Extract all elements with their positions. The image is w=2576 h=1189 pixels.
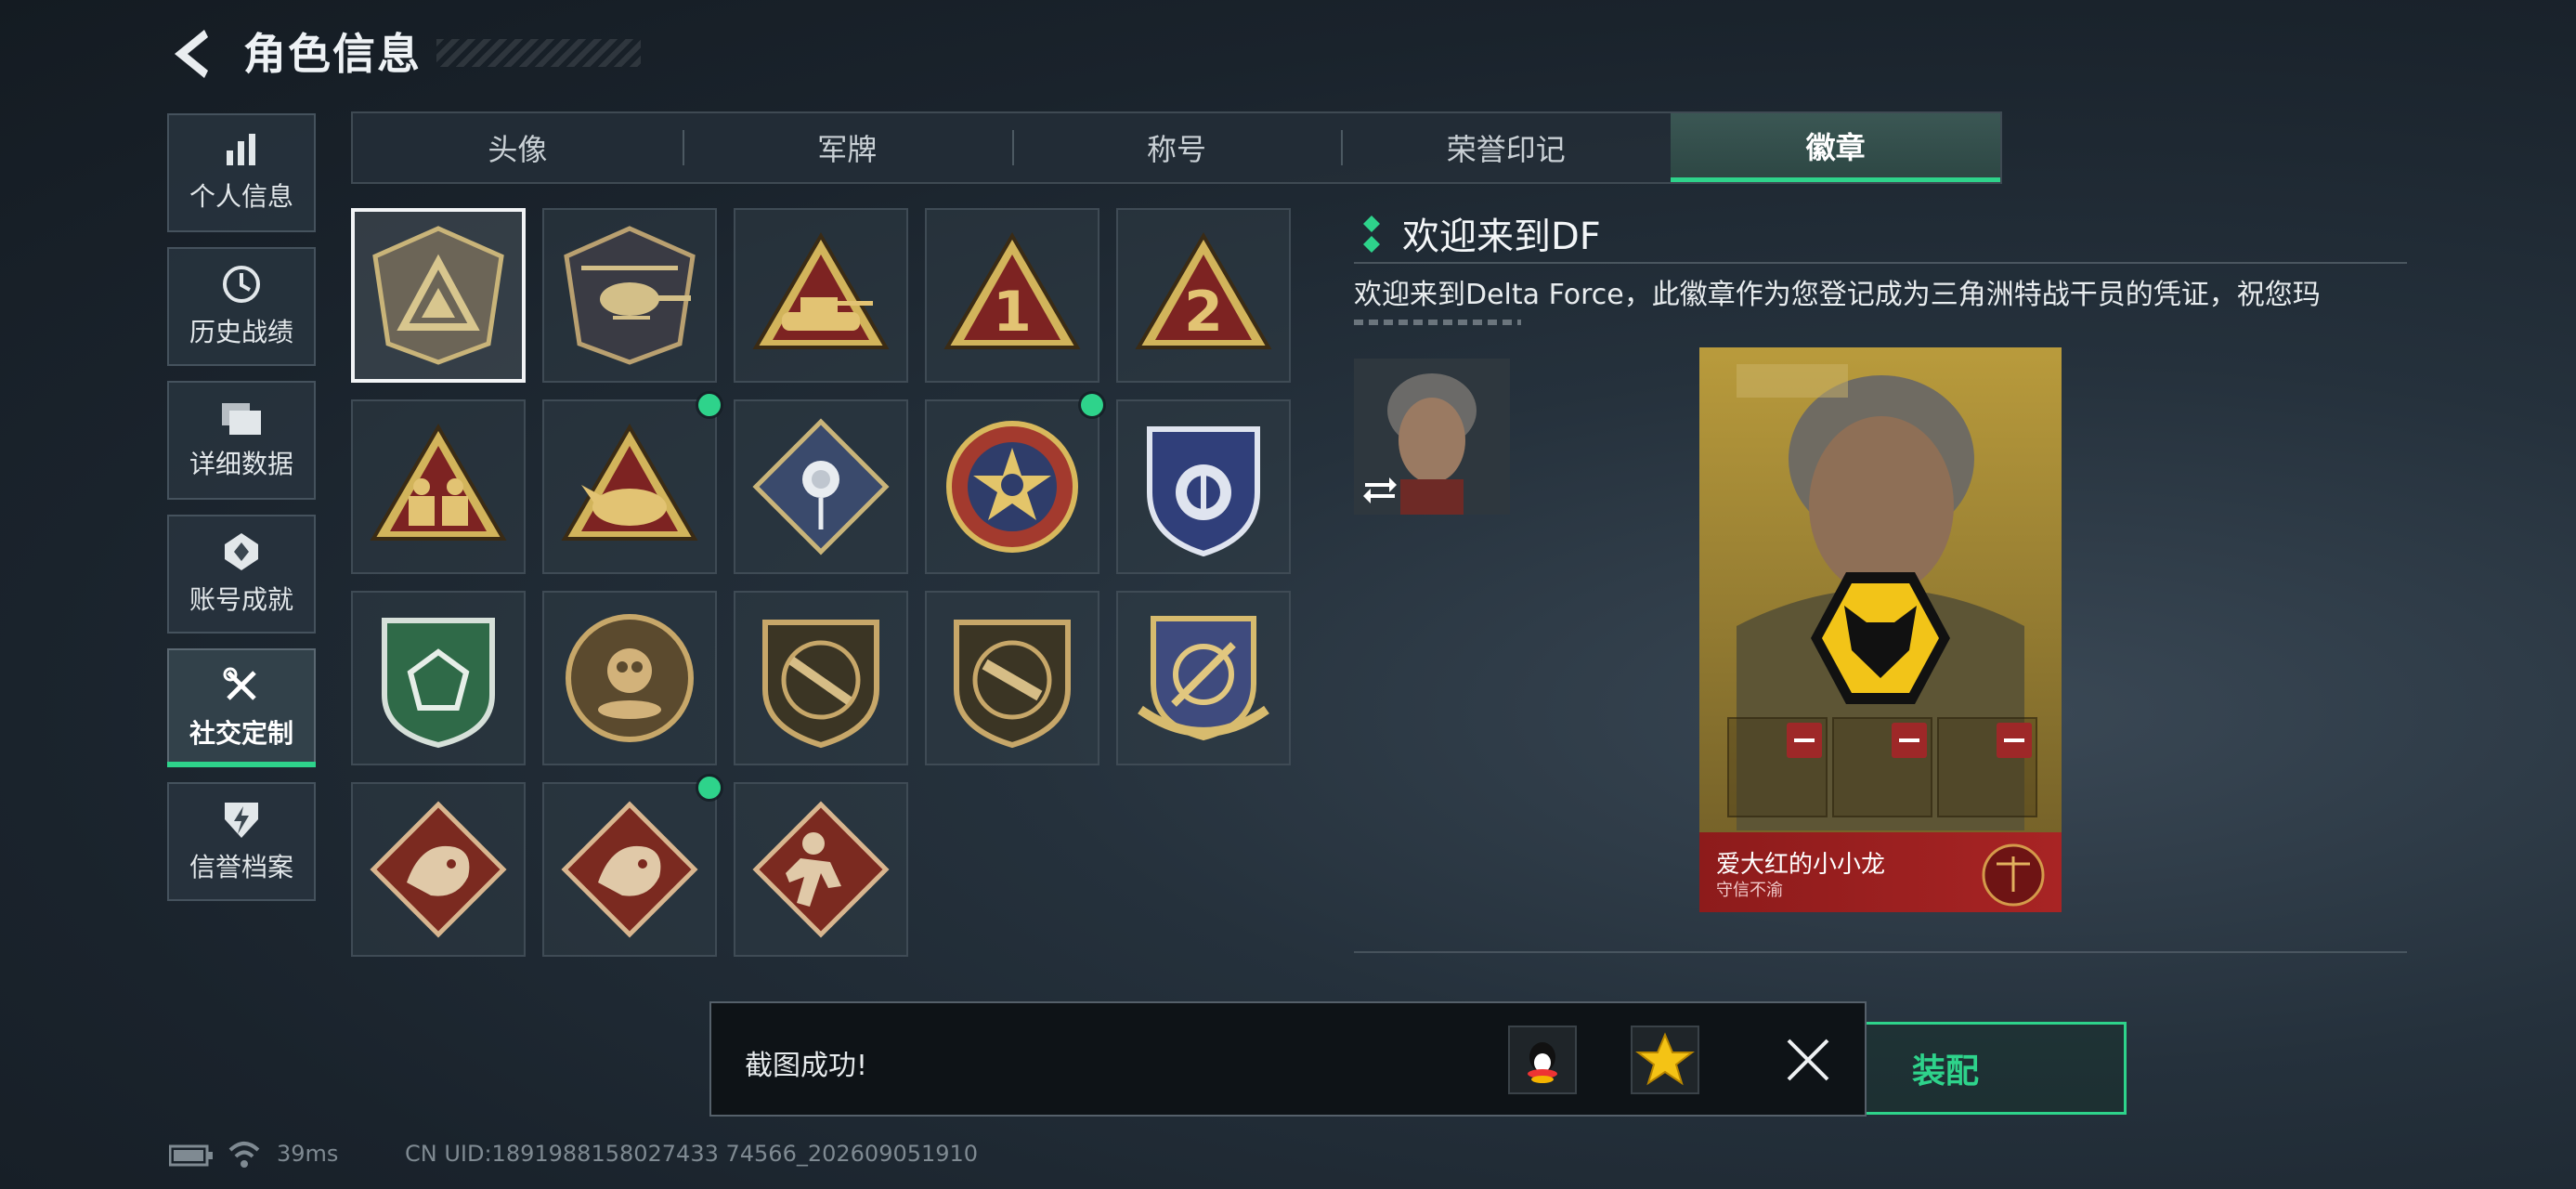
divider — [1354, 951, 2407, 953]
divider — [1354, 262, 2407, 264]
green-gem-badge — [382, 618, 495, 749]
soldiers-badge — [370, 424, 507, 541]
badge-dragon[interactable] — [351, 782, 526, 957]
new-indicator — [698, 777, 721, 799]
equipped-slot-1[interactable] — [1727, 717, 1828, 817]
tab-avatar[interactable]: 头像 — [353, 113, 683, 182]
share-star-button[interactable] — [1631, 1026, 1699, 1094]
new-indicator — [1081, 394, 1103, 416]
sidebar-item-label: 账号成就 — [189, 584, 293, 615]
sidebar-item-details[interactable]: 详细数据 — [167, 381, 316, 500]
number-one-badge: 1 — [943, 232, 1081, 349]
folder-icon — [222, 403, 261, 435]
badge-rose[interactable] — [734, 399, 908, 574]
remove-button[interactable] — [1787, 723, 1822, 758]
target-shield-badge — [1138, 616, 1269, 741]
share-qq-button[interactable] — [1508, 1026, 1577, 1094]
toast-message: 截图成功! — [745, 1050, 868, 1082]
screenshot-toast: 截图成功! — [709, 1001, 1867, 1117]
tab-dogtag[interactable]: 军牌 — [682, 113, 1012, 182]
badge-helicopter[interactable] — [542, 208, 717, 383]
tab-title[interactable]: 称号 — [1011, 113, 1342, 182]
dragon-badge-2 — [561, 801, 698, 938]
tab-bar: 头像 军牌 称号 荣誉印记 徽章 — [351, 111, 2002, 184]
rifle-crest-badge — [762, 620, 879, 749]
smg-crest-badge — [954, 620, 1071, 749]
equipped-slot-3[interactable] — [1937, 717, 2037, 817]
number-two-badge: 2 — [1135, 232, 1272, 349]
remove-button[interactable] — [1997, 723, 2032, 758]
badge-runner[interactable] — [734, 782, 908, 957]
title-diamond-icon — [1363, 216, 1380, 253]
achievement-icon — [225, 533, 258, 570]
badge-target-shield[interactable] — [1116, 591, 1291, 765]
character-card: 爱大红的小小龙 守信不渝 — [1699, 347, 2062, 912]
qq-icon — [1528, 1042, 1557, 1083]
sidebar-item-profile[interactable]: 个人信息 — [167, 113, 316, 232]
sidebar-item-history[interactable]: 历史战绩 — [167, 247, 316, 366]
uid-text: CN UID:1891988158027433 74566_2026090519… — [405, 1141, 979, 1167]
blue-shield-badge — [1147, 426, 1260, 557]
badge-description: 欢迎来到Delta Force，此徽章作为您登记成为三角洲特战干员的凭证，祝您玛 — [1354, 279, 2321, 311]
tank-badge — [752, 232, 890, 349]
badge-number-one[interactable]: 1 — [925, 208, 1099, 383]
runner-badge — [752, 801, 890, 938]
wifi-icon — [228, 1142, 260, 1168]
badge-tank[interactable] — [734, 208, 908, 383]
sidebar-item-achievements[interactable]: 账号成就 — [167, 515, 316, 634]
shield-bolt-icon — [225, 803, 258, 838]
wolf-emblem-icon — [1811, 572, 1950, 704]
badge-skull-star[interactable] — [925, 394, 1103, 574]
badge-rifle-crest[interactable] — [734, 591, 908, 765]
badge-bronze-crest[interactable] — [542, 591, 717, 765]
back-arrow-icon[interactable] — [167, 26, 215, 82]
rose-badge — [752, 418, 890, 555]
new-indicator — [698, 394, 721, 416]
badge-rhino[interactable] — [542, 394, 721, 574]
sidebar-item-label: 个人信息 — [189, 181, 293, 212]
sidebar-item-label: 历史战绩 — [189, 317, 293, 347]
badge-smg-crest[interactable] — [925, 591, 1099, 765]
sidebar-item-label: 详细数据 — [189, 449, 293, 479]
title-decoration — [436, 39, 641, 67]
player-title: 守信不渝 — [1716, 881, 1783, 900]
page-title: 角色信息 — [243, 29, 422, 79]
dashed-divider — [1354, 320, 1521, 325]
star-icon — [1635, 1032, 1695, 1086]
player-name: 爱大红的小小龙 — [1716, 851, 1886, 879]
rhino-badge — [561, 424, 698, 541]
tools-icon — [223, 667, 256, 700]
badge-blue-shield[interactable] — [1116, 399, 1291, 574]
badge-soldiers[interactable] — [351, 399, 526, 574]
badge-delta-triangle[interactable] — [351, 208, 526, 383]
sidebar-item-label: 信誉档案 — [189, 852, 293, 882]
clock-icon — [223, 266, 260, 303]
badge-dragon-2[interactable] — [542, 777, 721, 957]
skull-star-badge — [946, 421, 1078, 553]
equipped-slot-2[interactable] — [1832, 717, 1932, 817]
sidebar-item-credit[interactable]: 信誉档案 — [167, 782, 316, 901]
sidebar-item-label: 社交定制 — [189, 718, 293, 749]
tab-badge[interactable]: 徽章 — [1671, 113, 2000, 182]
tab-honor-mark[interactable]: 荣誉印记 — [1341, 113, 1671, 182]
close-icon[interactable] — [1783, 1035, 1833, 1085]
badge-green-gem[interactable] — [351, 591, 526, 765]
bar-chart-icon — [227, 134, 255, 165]
ping-value: 39ms — [277, 1141, 339, 1167]
sidebar-item-social[interactable]: 社交定制 — [167, 648, 316, 767]
active-indicator — [167, 762, 316, 767]
badge-title: 欢迎来到DF — [1402, 216, 1601, 258]
helicopter-badge — [564, 226, 696, 365]
svg-text:1: 1 — [993, 280, 1032, 345]
badge-number-two[interactable]: 2 — [1116, 208, 1291, 383]
swap-icon[interactable] — [1361, 472, 1399, 505]
scales-icon — [1982, 843, 2045, 907]
svg-text:2: 2 — [1184, 280, 1223, 345]
remove-button[interactable] — [1892, 723, 1927, 758]
battery-icon — [169, 1144, 213, 1167]
bronze-crest-badge — [566, 614, 694, 742]
dragon-badge — [370, 801, 507, 938]
delta-triangle-badge — [372, 226, 504, 365]
